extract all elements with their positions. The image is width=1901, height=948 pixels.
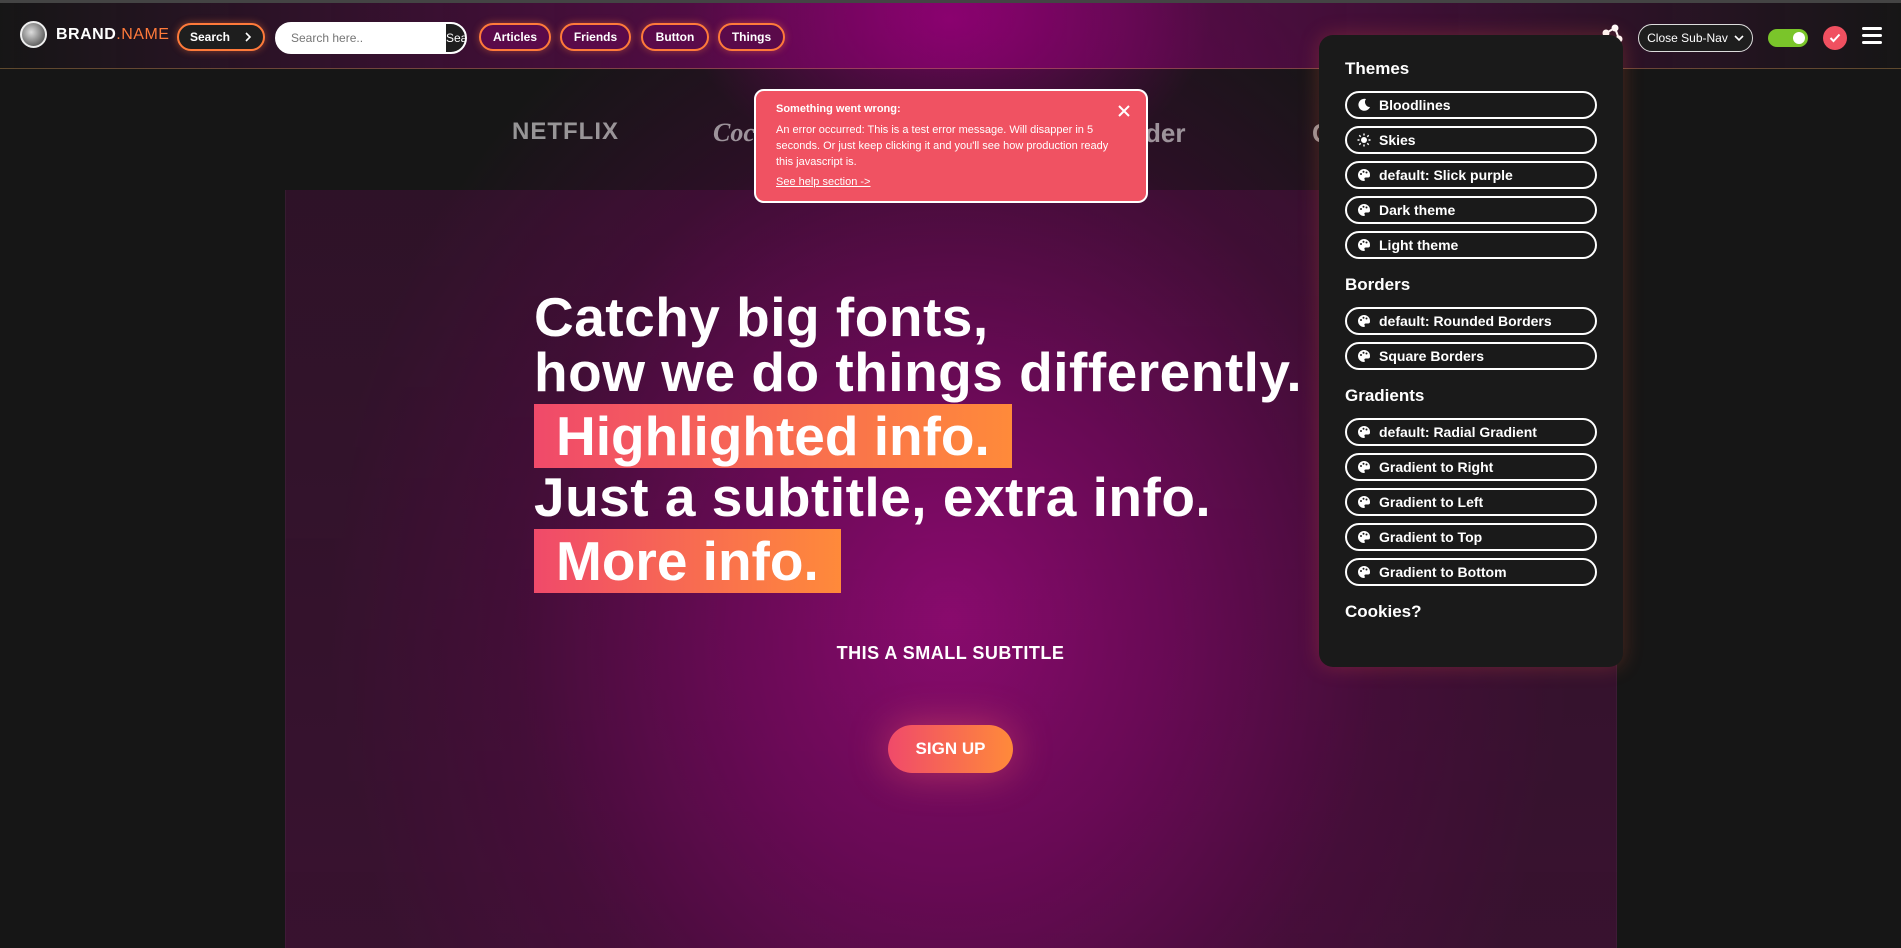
palette-icon — [1358, 349, 1371, 362]
search-pill-button[interactable]: Search — [177, 23, 265, 51]
check-button[interactable] — [1823, 26, 1847, 50]
border-label: Square Borders — [1379, 348, 1485, 364]
palette-icon — [1358, 565, 1371, 578]
brand-avatar — [20, 21, 47, 48]
border-label: default: Rounded Borders — [1379, 313, 1552, 329]
cookies-heading[interactable]: Cookies? — [1345, 602, 1597, 622]
help-section-link[interactable]: See help section -> — [776, 176, 1126, 188]
theme-menu: Themes Bloodlines Skies default: Slick p… — [1319, 35, 1623, 667]
close-subnav-button[interactable]: Close Sub-Nav — [1638, 24, 1753, 52]
hero: Catchy big fonts, how we do things diffe… — [534, 290, 1302, 593]
nav-button[interactable]: Button — [641, 23, 709, 51]
error-message: An error occurred: This is a test error … — [776, 124, 1109, 168]
error-toast[interactable]: Something went wrong: An error occurred:… — [754, 89, 1148, 203]
gradient-label: Gradient to Top — [1379, 529, 1483, 545]
gradient-top-button[interactable]: Gradient to Top — [1345, 523, 1597, 551]
hamburger-menu-icon[interactable] — [1862, 27, 1882, 45]
netflix-logo: NETFLIX — [512, 118, 619, 145]
hero-line-2: how we do things differently. — [534, 341, 1303, 403]
gradient-left-button[interactable]: Gradient to Left — [1345, 488, 1597, 516]
theme-toggle[interactable] — [1768, 29, 1808, 47]
nav-things[interactable]: Things — [718, 23, 785, 51]
brand-name: BRAND.NAME — [56, 26, 169, 44]
moon-icon — [1358, 98, 1370, 111]
chevron-down-icon — [1734, 35, 1744, 42]
brand[interactable]: BRAND.NAME — [20, 21, 169, 48]
search-input[interactable] — [277, 24, 446, 52]
close-icon[interactable] — [1117, 104, 1131, 118]
gradient-label: default: Radial Gradient — [1379, 424, 1537, 440]
palette-icon — [1358, 425, 1371, 438]
gradient-radial-button[interactable]: default: Radial Gradient — [1345, 418, 1597, 446]
error-title: Something went wrong: — [776, 103, 901, 115]
gradient-label: Gradient to Left — [1379, 494, 1484, 510]
gradient-right-button[interactable]: Gradient to Right — [1345, 453, 1597, 481]
gradient-label: Gradient to Bottom — [1379, 564, 1507, 580]
gradients-heading: Gradients — [1345, 386, 1425, 405]
search-form: Search — [275, 22, 467, 54]
theme-label: Bloodlines — [1379, 97, 1451, 113]
border-square-button[interactable]: Square Borders — [1345, 342, 1597, 370]
theme-label: Light theme — [1379, 237, 1459, 253]
check-icon — [1829, 33, 1841, 43]
hero-highlight-1: Highlighted info. — [534, 404, 1012, 468]
palette-icon — [1358, 495, 1371, 508]
search-pill-label: Search — [189, 30, 231, 44]
sun-icon — [1357, 133, 1371, 147]
theme-bloodlines-button[interactable]: Bloodlines — [1345, 91, 1597, 119]
theme-skies-button[interactable]: Skies — [1345, 126, 1597, 154]
signup-button[interactable]: SIGN UP — [888, 725, 1013, 773]
hero-highlight-2: More info. — [534, 529, 841, 593]
palette-icon — [1358, 530, 1371, 543]
nav-articles[interactable]: Articles — [479, 23, 551, 51]
theme-light-button[interactable]: Light theme — [1345, 231, 1597, 259]
gradient-label: Gradient to Right — [1379, 459, 1494, 475]
theme-label: Dark theme — [1379, 202, 1456, 218]
theme-slick-purple-button[interactable]: default: Slick purple — [1345, 161, 1597, 189]
brand-name-part2: .NAME — [116, 25, 170, 43]
hero-line-1: Catchy big fonts, — [534, 286, 989, 348]
search-submit-button[interactable]: Search — [446, 24, 465, 52]
border-rounded-button[interactable]: default: Rounded Borders — [1345, 307, 1597, 335]
theme-label: Skies — [1379, 132, 1416, 148]
theme-dark-button[interactable]: Dark theme — [1345, 196, 1597, 224]
borders-heading: Borders — [1345, 275, 1411, 294]
palette-icon — [1358, 203, 1371, 216]
hero-line-3: Just a subtitle, extra info. — [534, 466, 1212, 528]
brand-name-part1: BRAND — [56, 25, 117, 43]
chevron-right-icon — [245, 32, 252, 42]
gradient-bottom-button[interactable]: Gradient to Bottom — [1345, 558, 1597, 586]
nav-friends[interactable]: Friends — [560, 23, 631, 51]
palette-icon — [1358, 168, 1371, 181]
palette-icon — [1358, 460, 1371, 473]
tinder-logo: der — [1145, 118, 1186, 148]
themes-heading: Themes — [1345, 59, 1410, 78]
palette-icon — [1358, 238, 1371, 251]
close-subnav-label: Close Sub-Nav — [1647, 31, 1728, 45]
palette-icon — [1358, 314, 1371, 327]
theme-label: default: Slick purple — [1379, 167, 1513, 183]
